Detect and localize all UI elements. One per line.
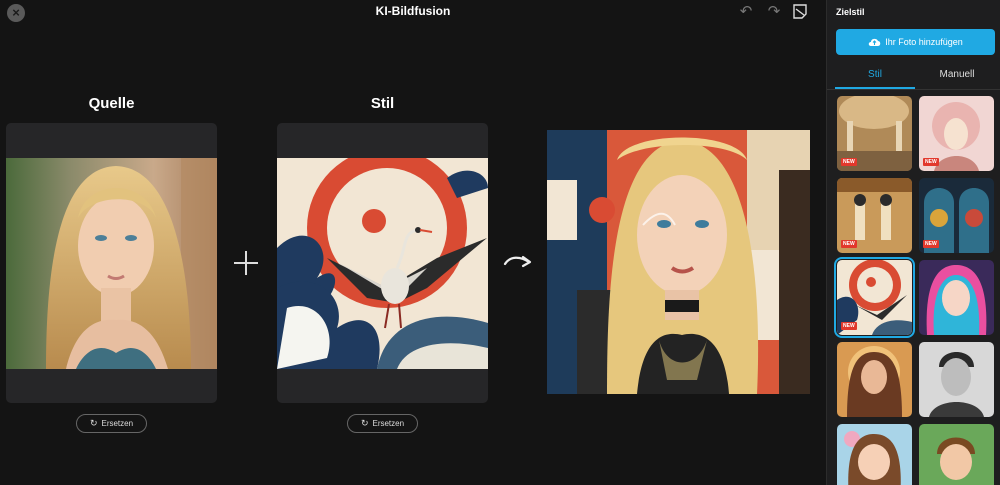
thumbnail-cartoon-boy[interactable] <box>919 424 994 485</box>
cloud-upload-icon <box>868 38 881 46</box>
source-image <box>6 158 217 369</box>
thumbnail-bw-sketch-man[interactable] <box>919 342 994 417</box>
refresh-icon: ↻ <box>89 418 98 428</box>
style-title: Stil <box>370 95 395 112</box>
style-panel: Zielstil Ihr Foto hinzufügen Stil Manuel… <box>826 0 1000 485</box>
tab-manuell[interactable]: Manuell <box>917 60 997 89</box>
thumbnail-golden-goddess[interactable] <box>837 342 912 417</box>
replace-style-button[interactable]: ↻ Ersetzen <box>347 414 418 433</box>
refresh-icon: ↻ <box>360 418 369 428</box>
redo-icon[interactable]: ↷ <box>765 3 783 21</box>
new-badge: NEW <box>923 240 939 248</box>
thumbnail-rainbow-anime-girl[interactable] <box>919 260 994 335</box>
thumbnail-stained-glass[interactable]: NEW <box>919 178 994 253</box>
add-photo-button[interactable]: Ihr Foto hinzufügen <box>836 29 995 55</box>
style-card[interactable] <box>277 123 488 403</box>
panel-title: Zielstil <box>836 7 865 17</box>
thumbnail-palace-interior[interactable]: NEW <box>837 96 912 171</box>
plus-icon <box>234 251 258 275</box>
style-image <box>277 158 488 369</box>
tab-divider <box>827 89 1000 90</box>
result-image[interactable] <box>547 130 810 394</box>
new-badge: NEW <box>841 322 857 330</box>
note-icon[interactable] <box>793 4 807 19</box>
thumbnail-cartoon-girl[interactable] <box>837 424 912 485</box>
replace-source-button[interactable]: ↻ Ersetzen <box>76 414 147 433</box>
thumbnail-art-nouveau-portrait[interactable]: NEW <box>919 96 994 171</box>
arrow-right-icon <box>503 255 532 268</box>
source-title: Quelle <box>88 95 135 112</box>
new-badge: NEW <box>841 240 857 248</box>
new-badge: NEW <box>923 158 939 166</box>
thumbnail-egyptian-mural[interactable]: NEW <box>837 178 912 253</box>
source-card[interactable] <box>6 123 217 403</box>
app-title: KI-Bildfusion <box>375 4 451 18</box>
thumbnail-japanese-wave-crane[interactable]: NEW <box>834 257 915 338</box>
tab-stil[interactable]: Stil <box>835 60 915 89</box>
undo-icon[interactable]: ↶ <box>737 3 755 21</box>
new-badge: NEW <box>841 158 857 166</box>
